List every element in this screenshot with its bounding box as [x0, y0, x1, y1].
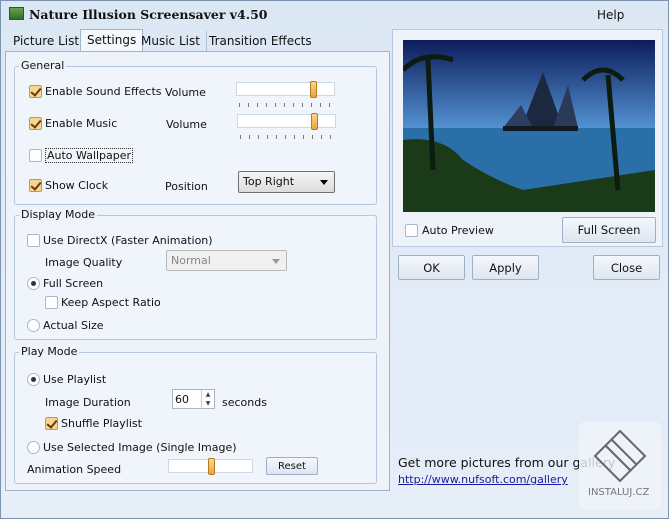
- stepper-arrows-icon[interactable]: ▲ ▼: [201, 390, 214, 408]
- show-clock-checkbox[interactable]: [29, 179, 42, 192]
- position-dropdown[interactable]: Top Right: [238, 171, 335, 193]
- auto-wallpaper-checkbox[interactable]: [29, 149, 42, 162]
- single-image-label: Use Selected Image (Single Image): [43, 441, 237, 454]
- use-playlist-radio[interactable]: [27, 373, 40, 386]
- general-group: General Enable Sound Effects Volume Enab…: [14, 59, 377, 205]
- auto-wallpaper-label: Auto Wallpaper: [45, 148, 134, 163]
- auto-preview-checkbox[interactable]: [405, 224, 418, 237]
- use-playlist-label: Use Playlist: [43, 373, 107, 386]
- preview-image: [403, 40, 655, 212]
- slider-thumb[interactable]: [311, 113, 318, 130]
- general-label: General: [19, 59, 67, 72]
- image-quality-value: Normal: [171, 254, 211, 267]
- seconds-label: seconds: [222, 396, 267, 409]
- shuffle-label: Shuffle Playlist: [61, 417, 142, 430]
- tab-settings[interactable]: Settings: [80, 29, 144, 52]
- keep-aspect-checkbox[interactable]: [45, 296, 58, 309]
- music-checkbox[interactable]: [29, 117, 42, 130]
- app-icon: [9, 7, 24, 20]
- auto-preview-label: Auto Preview: [422, 224, 494, 237]
- keep-aspect-label: Keep Aspect Ratio: [61, 296, 161, 309]
- actual-size-radio[interactable]: [27, 319, 40, 332]
- close-button[interactable]: Close: [593, 255, 660, 280]
- tab-music-list[interactable]: Music List: [135, 31, 207, 51]
- watermark-logo: INSTALUJ.CZ: [579, 421, 661, 511]
- display-mode-label: Display Mode: [19, 208, 98, 221]
- display-mode-group: Display Mode Use DirectX (Faster Animati…: [14, 208, 377, 340]
- directx-checkbox[interactable]: [27, 234, 40, 247]
- full-screen-radio[interactable]: [27, 277, 40, 290]
- position-label: Position: [165, 180, 208, 193]
- show-clock-label: Show Clock: [45, 179, 109, 192]
- music-volume-label: Volume: [166, 118, 207, 131]
- animation-speed-label: Animation Speed: [27, 463, 122, 476]
- chevron-down-icon: [272, 259, 280, 268]
- slider-ticks: [239, 103, 332, 107]
- tab-transition-effects[interactable]: Transition Effects: [203, 31, 318, 51]
- reset-button[interactable]: Reset: [266, 457, 318, 475]
- animation-speed-slider[interactable]: [168, 458, 253, 475]
- settings-page: General Enable Sound Effects Volume Enab…: [5, 51, 390, 491]
- sound-effects-label: Enable Sound Effects: [45, 85, 162, 98]
- music-volume-slider[interactable]: [237, 113, 336, 139]
- image-quality-dropdown[interactable]: Normal: [166, 250, 287, 271]
- sound-volume-slider[interactable]: [236, 81, 335, 107]
- chevron-down-icon: [320, 180, 328, 189]
- help-menu[interactable]: Help: [597, 8, 624, 22]
- image-duration-stepper[interactable]: 60 ▲ ▼: [172, 389, 215, 409]
- full-screen-button[interactable]: Full Screen: [562, 217, 656, 243]
- window-title: Nature Illusion Screensaver v4.50: [29, 7, 268, 22]
- sound-effects-checkbox[interactable]: [29, 85, 42, 98]
- actual-size-label: Actual Size: [43, 319, 104, 332]
- preview-panel: Auto Preview Full Screen: [392, 29, 663, 247]
- sound-volume-label: Volume: [165, 86, 206, 99]
- slider-ticks: [240, 135, 333, 139]
- position-value: Top Right: [243, 175, 295, 188]
- single-image-radio[interactable]: [27, 441, 40, 454]
- gallery-link[interactable]: http://www.nufsoft.com/gallery: [398, 473, 568, 486]
- apply-button[interactable]: Apply: [472, 255, 539, 280]
- ok-button[interactable]: OK: [398, 255, 465, 280]
- app-window: Nature Illusion Screensaver v4.50 Help P…: [0, 0, 669, 519]
- tab-picture-list[interactable]: Picture List: [7, 31, 87, 51]
- full-screen-label: Full Screen: [43, 277, 104, 290]
- music-label: Enable Music: [45, 117, 118, 130]
- watermark-text: INSTALUJ.CZ: [588, 487, 650, 498]
- image-duration-label: Image Duration: [45, 396, 131, 409]
- slider-thumb[interactable]: [208, 458, 215, 475]
- directx-label: Use DirectX (Faster Animation): [43, 234, 213, 247]
- image-duration-value: 60: [175, 393, 189, 406]
- image-quality-label: Image Quality: [45, 256, 123, 269]
- play-mode-group: Play Mode Use Playlist Image Duration 60…: [14, 345, 377, 484]
- shuffle-checkbox[interactable]: [45, 417, 58, 430]
- slider-thumb[interactable]: [310, 81, 317, 98]
- play-mode-label: Play Mode: [19, 345, 80, 358]
- watermark-icon: [593, 429, 647, 483]
